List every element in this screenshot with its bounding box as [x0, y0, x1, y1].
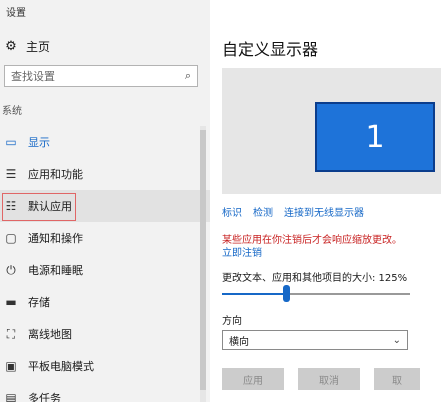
action-buttons: 应用 取消 取 — [222, 368, 420, 390]
storage-icon: ▬ — [5, 295, 17, 309]
page-title: 自定义显示器 — [222, 40, 319, 59]
cancel-button[interactable]: 取消 — [298, 368, 360, 390]
sidebar-item-label: 默认应用 — [28, 200, 72, 213]
window-title: 设置 — [6, 8, 26, 19]
sidebar-item-multitasking[interactable]: ▤ 多任务 — [0, 382, 210, 402]
sign-out-link[interactable]: 立即注销 — [222, 244, 262, 259]
slider-thumb[interactable] — [283, 285, 290, 302]
home-label: 主页 — [26, 40, 51, 54]
identify-link[interactable]: 标识 — [222, 204, 242, 219]
notification-icon: ▢ — [5, 231, 17, 245]
sidebar-item-label: 离线地图 — [28, 328, 72, 341]
sidebar-item-power-sleep[interactable]: ⏻ 电源和睡眠 — [0, 254, 210, 286]
sidebar-item-label: 通知和操作 — [28, 232, 83, 245]
chevron-down-icon: ⌄ — [392, 334, 401, 346]
sidebar-item-storage[interactable]: ▬ 存储 — [0, 286, 210, 318]
search-input[interactable] — [11, 69, 171, 83]
sidebar-item-display[interactable]: ▭ 显示 — [0, 126, 210, 158]
sidebar-item-apps-features[interactable]: ☰ 应用和功能 — [0, 158, 210, 190]
home-link[interactable]: ⚙ 主页 — [4, 38, 50, 55]
main-panel: 自定义显示器 1 标识 检测 连接到无线显示器 某些应用在你注销后才会响应缩放更… — [210, 0, 441, 402]
sidebar-item-offline-maps[interactable]: ⛶ 离线地图 — [0, 318, 210, 350]
sidebar-item-tablet-mode[interactable]: ▣ 平板电脑模式 — [0, 350, 210, 382]
sidebar-item-label: 多任务 — [28, 392, 61, 402]
section-heading: 系统 — [2, 106, 22, 117]
sidebar-item-notifications[interactable]: ▢ 通知和操作 — [0, 222, 210, 254]
sidebar-item-label: 应用和功能 — [28, 168, 83, 181]
orientation-value: 横向 — [229, 336, 249, 348]
display-links: 标识 检测 连接到无线显示器 — [222, 204, 364, 219]
apply-button[interactable]: 应用 — [222, 368, 284, 390]
display-preview: 1 — [222, 68, 441, 194]
sidebar-item-label: 显示 — [28, 136, 50, 149]
display-icon: ▭ — [5, 135, 17, 149]
slider-fill — [222, 293, 286, 295]
sidebar-nav: ▭ 显示 ☰ 应用和功能 ☷ 默认应用 ▢ 通知和操作 ⏻ 电源和睡眠 ▬ 存储… — [0, 126, 210, 402]
scrollbar-thumb[interactable] — [200, 130, 206, 390]
sidebar: 设置 ⚙ 主页 ⌕ 系统 ▭ 显示 ☰ 应用和功能 ☷ 默认应用 ▢ 通知和操作… — [0, 0, 210, 402]
offline-maps-icon: ⛶ — [6, 326, 16, 341]
search-box[interactable]: ⌕ — [4, 65, 198, 87]
sidebar-item-label: 存储 — [28, 296, 50, 309]
default-apps-icon: ☷ — [5, 199, 17, 213]
orientation-select[interactable]: 横向 ⌄ — [222, 330, 408, 350]
scale-label: 更改文本、应用和其他项目的大小: 125% — [222, 273, 408, 284]
sidebar-scrollbar[interactable] — [200, 126, 206, 402]
orientation-label: 方向 — [222, 316, 242, 327]
multitasking-icon: ▤ — [5, 391, 17, 402]
scale-slider[interactable] — [222, 284, 410, 304]
power-icon: ⏻ — [6, 262, 16, 277]
monitor-tile[interactable]: 1 — [315, 102, 435, 172]
tablet-mode-icon: ▣ — [5, 359, 17, 373]
sidebar-item-label: 平板电脑模式 — [28, 360, 94, 373]
connect-wireless-link[interactable]: 连接到无线显示器 — [284, 204, 364, 219]
third-button[interactable]: 取 — [374, 368, 420, 390]
detect-link[interactable]: 检测 — [253, 204, 273, 219]
sidebar-item-label: 电源和睡眠 — [28, 264, 83, 277]
gear-icon: ⚙ — [5, 39, 17, 54]
sidebar-item-default-apps[interactable]: ☷ 默认应用 — [0, 190, 210, 222]
search-icon[interactable]: ⌕ — [185, 69, 191, 83]
apps-list-icon: ☰ — [5, 167, 17, 181]
